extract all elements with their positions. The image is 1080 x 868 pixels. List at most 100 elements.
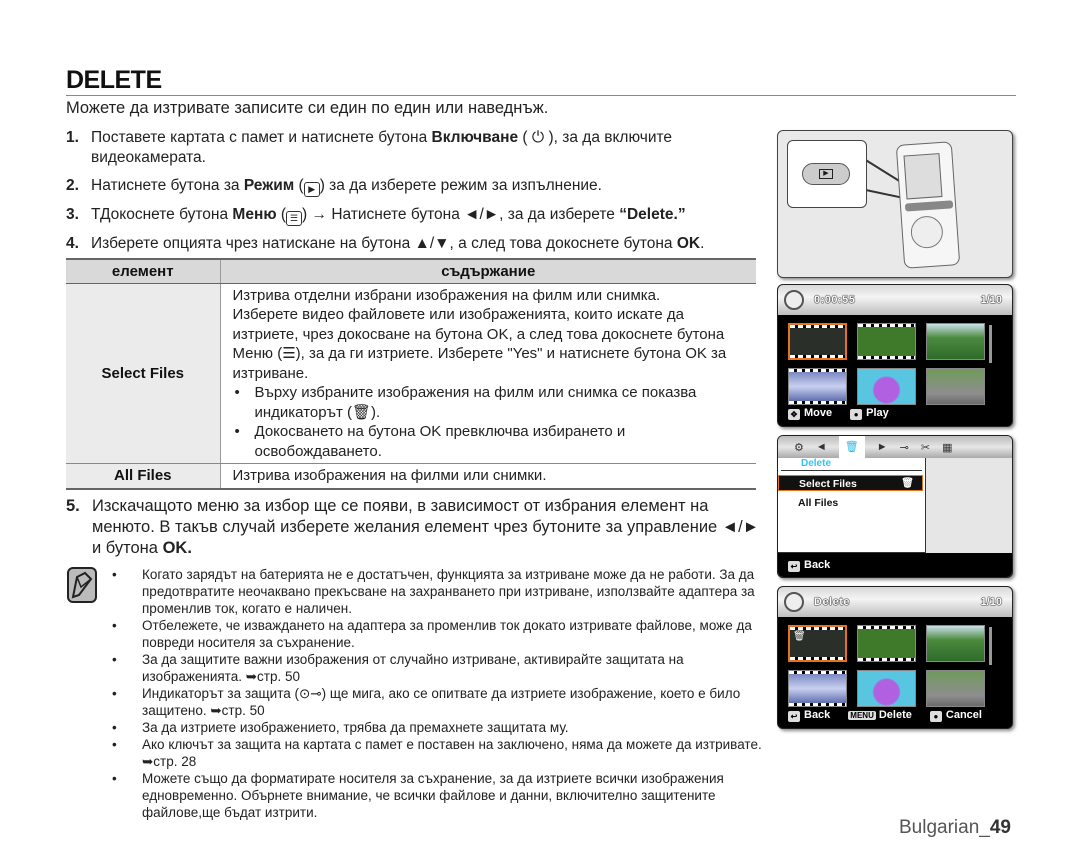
step-bold: OK. <box>162 539 192 557</box>
table-cell-content: Изтрива изображения на филми или снимки. <box>220 463 756 490</box>
cancel-hint[interactable]: ● Cancel <box>929 709 982 722</box>
step-post: → Натиснете бутона ◄/►, за да изберете <box>307 206 620 223</box>
thumbnail[interactable] <box>926 625 985 662</box>
play-icon: ▶ <box>819 169 833 179</box>
title-divider <box>66 95 1016 96</box>
table-cell-item: Select Files <box>66 283 221 464</box>
settings-icon[interactable]: ⚙ <box>794 441 804 454</box>
back-icon: ↩ <box>788 710 800 722</box>
camcorder-screen <box>903 153 943 200</box>
step-bold: OK <box>676 235 701 252</box>
delete-hint[interactable]: MENU Delete <box>848 709 912 721</box>
note-text: Когато зарядът на батерията не е достатъ… <box>142 567 755 616</box>
mode-button: ▶ <box>802 163 850 185</box>
menu-title: Delete <box>781 458 922 471</box>
camcorder-keys <box>904 200 954 212</box>
trash-icon: 🗑 <box>901 478 914 489</box>
play-mode-icon: ▶ <box>303 182 320 197</box>
thumbnail-grid <box>788 323 993 405</box>
menu-item-all-files[interactable]: All Files <box>778 495 925 511</box>
table-cell-item: All Files <box>66 463 221 490</box>
menu-list: Delete Select Files 🗑 All Files <box>778 458 926 553</box>
note-text: Отбележете, че изваждането на адаптера з… <box>142 618 752 650</box>
notes-list: • Когато зарядът на батерията не е достат… <box>110 566 770 821</box>
edit-scissors-icon[interactable]: ✂ <box>921 441 930 454</box>
left-arrow-icon[interactable]: ◄ <box>816 441 827 453</box>
step-pre: Поставете картата с памет и натиснете бу… <box>91 129 432 146</box>
step-4: 4. Изберете опцията чрез натискане на бу… <box>66 234 766 254</box>
steps-list: 1. Поставете картата с памет и натиснете… <box>66 128 766 262</box>
step-1: 1. Поставете картата с памет и натиснете… <box>66 128 766 168</box>
delete-tab-icon[interactable]: 🗑 <box>838 436 865 458</box>
step-bold: Меню <box>232 206 277 223</box>
thumbnail-view-screen: 0:00:55 1/10 ✥ Move ● Play <box>777 284 1013 427</box>
table-header-row: елемент съдържание <box>66 258 756 284</box>
step-number: 2. <box>66 177 79 194</box>
hint-label: Move <box>804 406 833 419</box>
ok-icon: ● <box>929 710 942 722</box>
step-pre: Изскачащото меню за избор ще се появи, в… <box>92 497 760 557</box>
step-bold: Режим <box>243 177 295 194</box>
file-counter: 1/10 <box>980 294 1002 306</box>
step-2: 2. Натиснете бутона за Режим (▶) за да и… <box>66 176 766 197</box>
hint-label: Back <box>804 708 831 721</box>
thumbnail[interactable] <box>926 323 985 360</box>
step-number: 1. <box>66 129 79 146</box>
back-icon: ↩ <box>788 560 800 572</box>
list-item: • Можете също да форматирате носителя за … <box>110 770 770 821</box>
move-hint: ✥ Move <box>788 407 832 420</box>
note-text: Можете също да форматирате носителя за с… <box>142 771 724 820</box>
list-item: • Когато зарядът на батерията не е достат… <box>110 566 770 617</box>
step-number: 3. <box>66 206 79 223</box>
step-pre: Натиснете бутона за <box>91 177 244 194</box>
list-item: • Отбележете, че изваждането на адаптера … <box>110 617 770 651</box>
thumbnail[interactable]: 🗑 <box>788 625 847 662</box>
scrollbar[interactable] <box>989 627 992 665</box>
camcorder-illustration: ▶ <box>777 130 1013 278</box>
thumbnail-grid: 🗑 <box>788 625 993 707</box>
page-number: 49 <box>989 817 1011 838</box>
dpad-icon: ✥ <box>788 408 800 420</box>
step-number: 4. <box>66 235 79 252</box>
step-text: Изберете опцията чрез натискане на бутон… <box>91 234 704 254</box>
step-bold: Включване <box>431 129 519 146</box>
page-title: DELETE <box>66 66 162 94</box>
step-text: ТДокоснете бутона Меню (☰) → Натиснете б… <box>91 205 686 226</box>
file-info-icon[interactable]: ▦ <box>942 441 952 454</box>
screen-footer: ↩ Back MENU Delete ● Cancel <box>778 702 1012 728</box>
note-text: Индикаторът за защита (⊙⊸) ще мига, ако … <box>142 686 741 718</box>
list-item: • Докосването на бутона OK превключва изб… <box>233 422 747 461</box>
step-text: Изскачащото меню за избор ще се появи, в… <box>92 496 766 559</box>
thumbnail[interactable] <box>857 625 916 662</box>
menu-icon: ☰ <box>286 211 303 226</box>
step-post: за да изберете режим за изпълнение. <box>324 177 602 194</box>
screen-footer: ✥ Move ● Play <box>778 400 1012 426</box>
step-text: Натиснете бутона за Режим (▶) за да избе… <box>91 176 602 197</box>
protect-key-icon[interactable]: ⊸ <box>900 441 909 454</box>
list-item: • За да изтриете изображението, трябва да… <box>112 720 569 735</box>
column-header: съдържание <box>220 258 756 284</box>
screen-header: Delete 1/10 <box>778 587 1012 617</box>
back-hint[interactable]: ↩ Back <box>788 709 830 722</box>
list-item: • Индикаторът за защита (⊙⊸) ще мига, ако… <box>110 685 770 719</box>
camcorder-body <box>895 141 961 269</box>
page-footer: Bulgarian_49 <box>899 817 1011 839</box>
bullet-text: Върху избраните изображения на филм или … <box>254 384 697 421</box>
hint-label: Back <box>804 558 831 571</box>
hint-label: Delete <box>878 709 912 721</box>
back-hint[interactable]: ↩ Back <box>788 559 830 572</box>
movie-mode-icon <box>784 290 804 310</box>
step-number: 5. <box>66 497 80 515</box>
right-arrow-icon[interactable]: ► <box>877 441 888 453</box>
table-row: All Files Изтрива изображения на филми и… <box>66 463 756 490</box>
menu-tabs: ⚙ ◄ 🗑 ► ⊸ ✂ ▦ <box>778 436 1012 458</box>
thumbnail[interactable] <box>857 323 916 360</box>
screen-header: 0:00:55 1/10 <box>778 285 1012 315</box>
note-text: За да защитите важни изображения от случ… <box>142 652 684 684</box>
mode-button-callout: ▶ <box>787 140 867 208</box>
movie-mode-icon <box>784 592 804 612</box>
thumbnail[interactable] <box>788 323 847 360</box>
options-table: елемент съдържание Select Files Изтрива … <box>66 258 756 490</box>
menu-item-select-files[interactable]: Select Files 🗑 <box>778 475 923 491</box>
scrollbar[interactable] <box>989 325 992 363</box>
